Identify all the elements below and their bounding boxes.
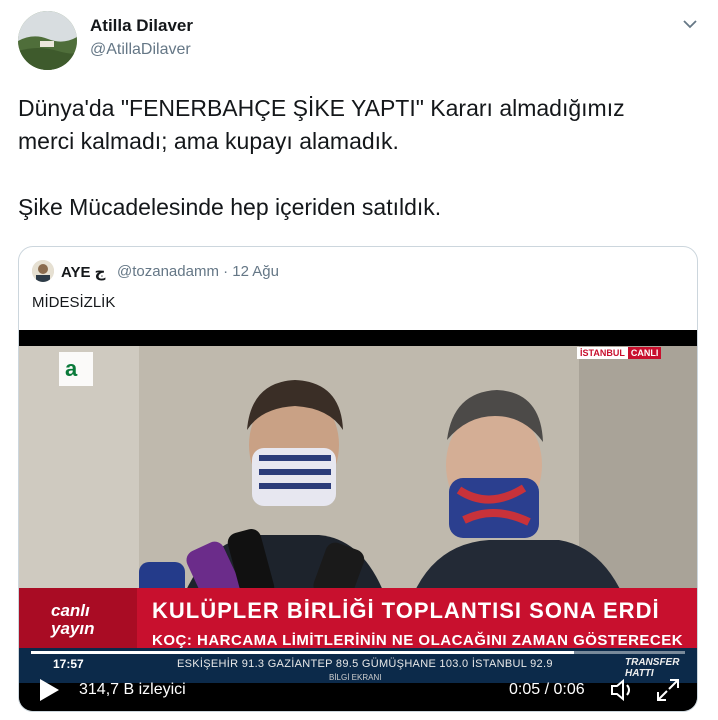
live-badge: İSTANBUL CANLI	[577, 347, 662, 359]
svg-text:a: a	[65, 356, 78, 381]
video-headline: KULÜPLER BİRLİĞİ TOPLANTISI SONA ERDİ	[152, 598, 660, 623]
video-player[interactable]: a İSTANBUL CANLI canlı yayın KULÜPLER BİR…	[19, 330, 697, 711]
quoted-author-avatar[interactable]	[32, 260, 54, 282]
author-name[interactable]: Atilla Dilaver	[90, 16, 193, 36]
author-handle[interactable]: @AtillaDilaver	[90, 41, 191, 59]
author-avatar[interactable]	[18, 11, 77, 70]
fullscreen-icon[interactable]	[655, 677, 681, 703]
chevron-down-icon[interactable]	[680, 14, 700, 34]
canli-yayin-logo: canlı yayın	[51, 601, 95, 638]
video-progress-fill	[31, 651, 574, 654]
volume-muted-icon[interactable]	[609, 677, 637, 703]
video-controls: 314,7 B izleyici 0:05 / 0:06	[19, 668, 697, 711]
live-badge-live: CANLI	[627, 347, 662, 359]
quoted-tweet[interactable]: AYE ج @tozanadamm · 12 Ağu MİDESİZLİK a …	[18, 246, 698, 712]
quoted-author-name[interactable]: AYE ج	[61, 263, 105, 281]
video-subheadline: KOÇ: HARCAMA LİMİTLERİNİN NE OLACAĞINI Z…	[152, 632, 684, 649]
view-count: 314,7 B izleyici	[79, 681, 186, 698]
play-icon[interactable]	[37, 677, 61, 703]
tweet-text: Dünya'da "FENERBAHÇE ŞİKE YAPTI" Kararı …	[18, 95, 625, 220]
quoted-author-handle[interactable]: @tozanadamm · 12 Ağu	[117, 263, 279, 280]
quoted-text: MİDESİZLİK	[32, 294, 116, 311]
video-time: 0:05 / 0:06	[509, 681, 585, 698]
video-progress-bar[interactable]	[31, 651, 685, 654]
live-badge-city: İSTANBUL	[577, 347, 628, 359]
video-frame: a	[19, 330, 697, 711]
